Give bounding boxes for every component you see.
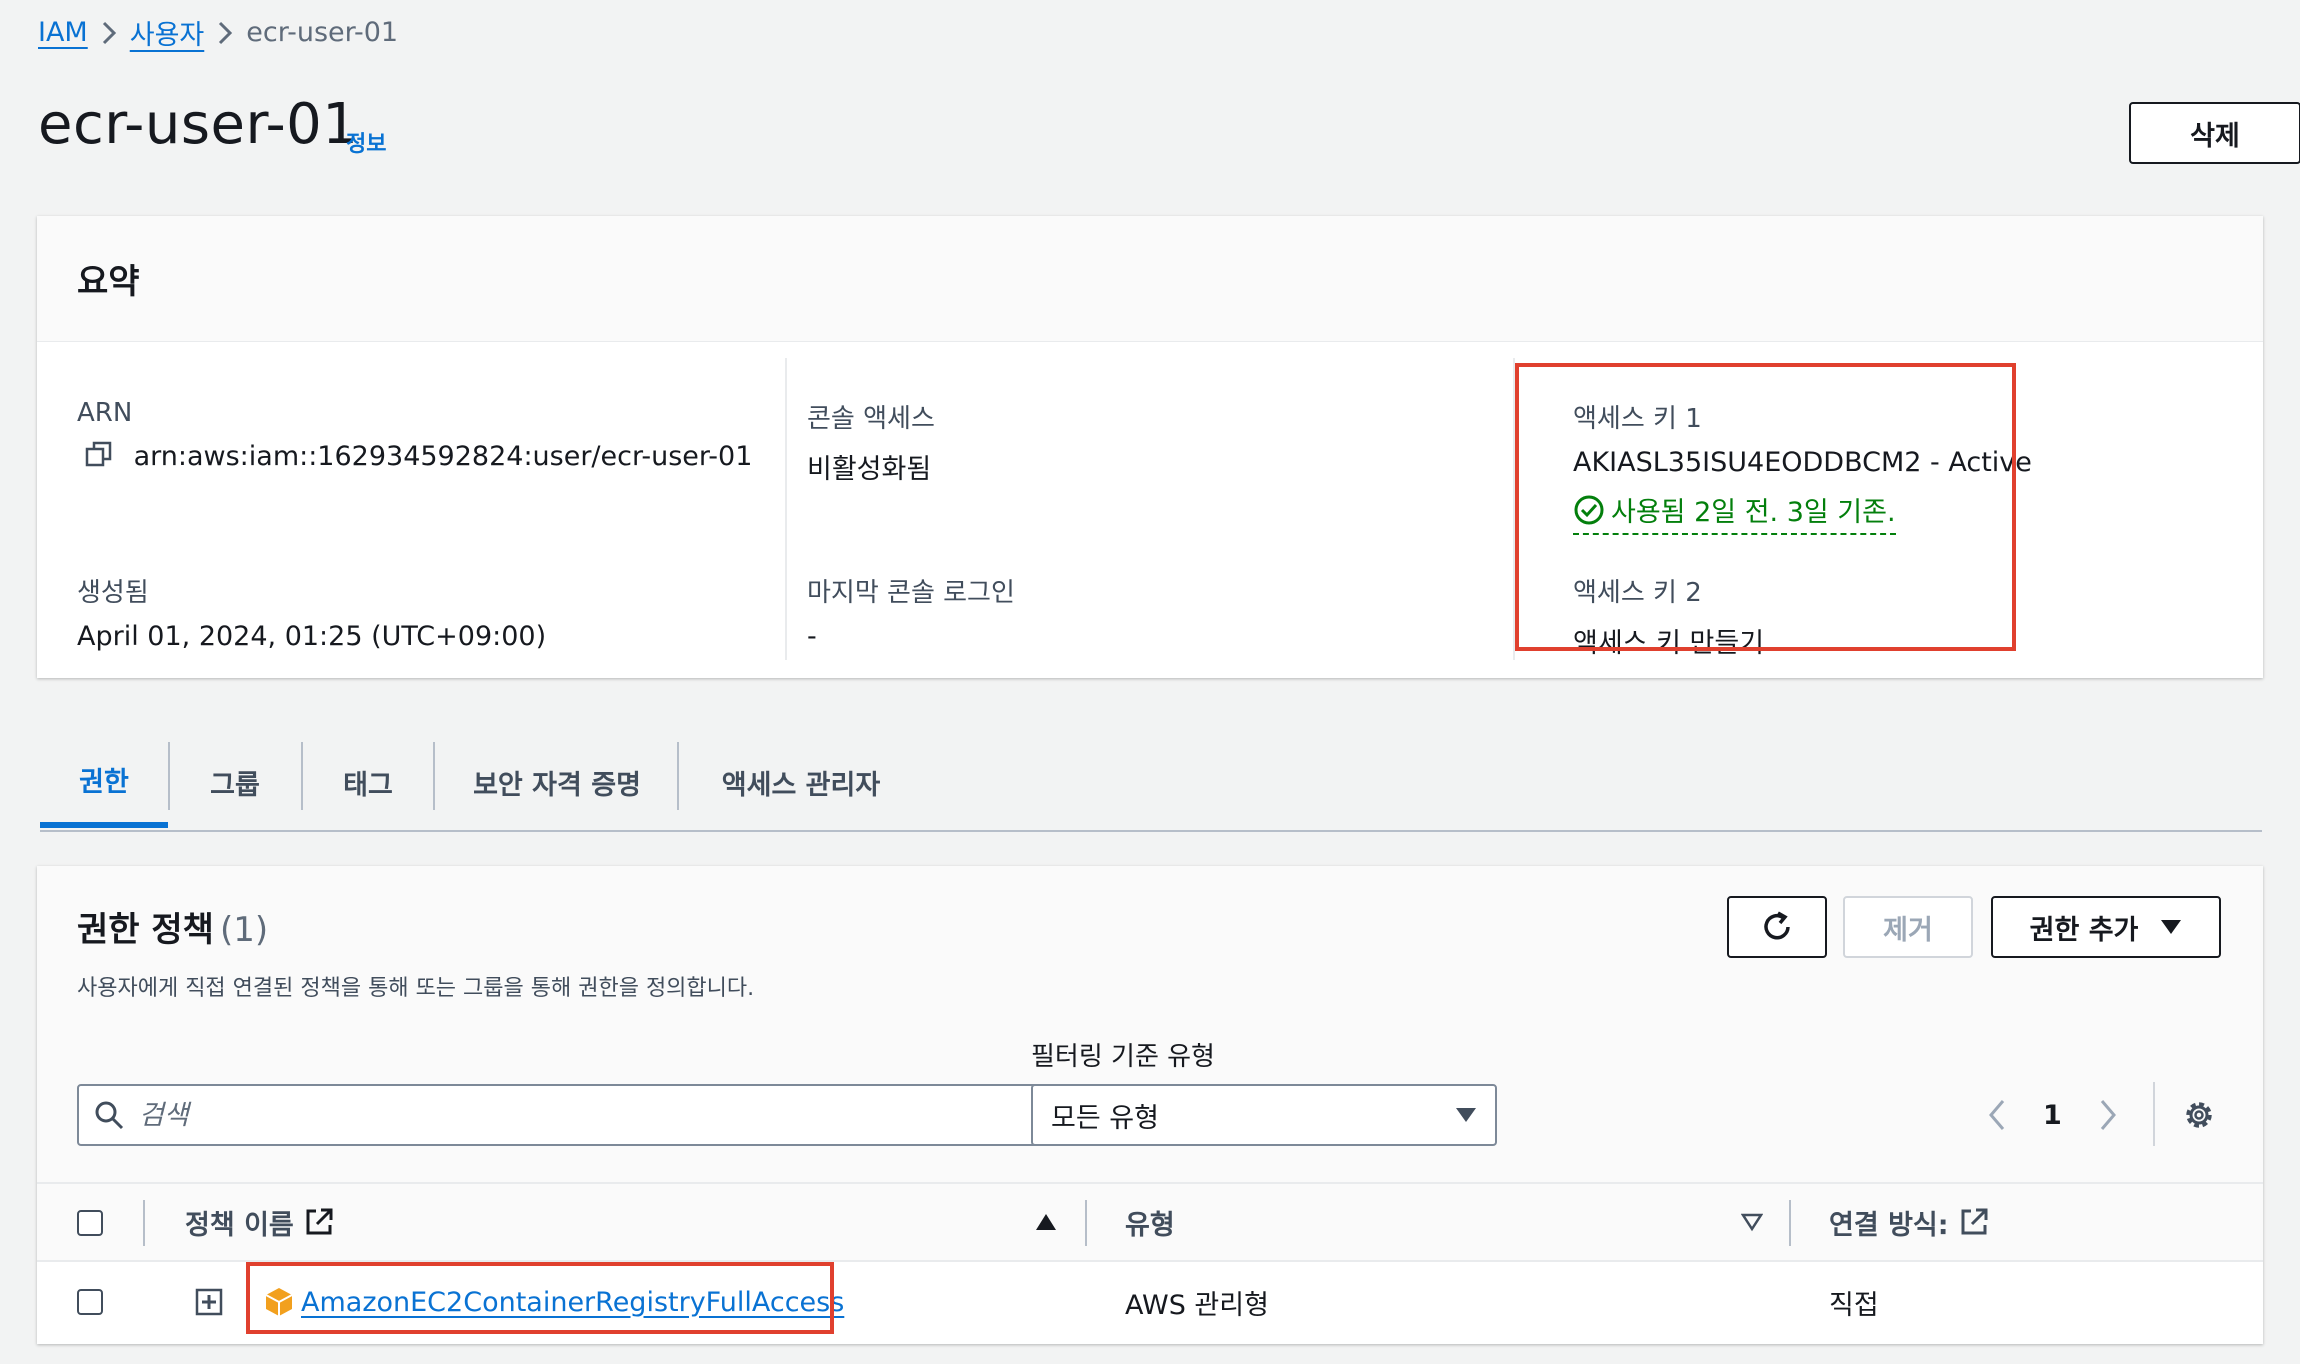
tab-security-credentials[interactable]: 보안 자격 증명 — [435, 736, 679, 828]
search-icon — [95, 1101, 124, 1130]
arn-label: ARN — [77, 398, 133, 428]
column-attached-label: 연결 방식: — [1829, 1209, 1949, 1241]
search-field[interactable] — [77, 1084, 1049, 1146]
created-value: April 01, 2024, 01:25 (UTC+09:00) — [77, 621, 547, 652]
filter-type-select[interactable]: 모든 유형 — [1031, 1084, 1497, 1146]
console-access-label: 콘솔 액세스 — [807, 404, 935, 434]
column-attached[interactable]: 연결 방식: — [1829, 1184, 1989, 1260]
summary-column-1: ARN arn:aws:iam::162934592824:user/ecr-u… — [77, 358, 777, 660]
arn-value: arn:aws:iam::162934592824:user/ecr-user-… — [133, 441, 753, 472]
created-label: 생성됨 — [77, 578, 149, 608]
current-page[interactable]: 1 — [2043, 1100, 2062, 1131]
console-access-field: 콘솔 액세스 비활성화됨 — [807, 398, 935, 486]
filter-type-value: 모든 유형 — [1051, 1102, 1159, 1134]
chevron-right-icon — [88, 17, 130, 48]
external-link-icon — [1961, 1208, 1988, 1235]
arn-field: ARN arn:aws:iam::162934592824:user/ecr-u… — [77, 398, 752, 475]
caret-down-icon — [1456, 1108, 1476, 1122]
chevron-right-icon[interactable] — [2098, 1098, 2118, 1132]
filter-label: 필터링 기준 유형 — [1031, 1042, 1215, 1072]
console-access-value: 비활성화됨 — [807, 454, 932, 485]
add-permissions-button[interactable]: 권한 추가 — [1991, 896, 2221, 958]
delete-button[interactable]: 삭제 — [2129, 102, 2300, 164]
policy-attached-cell: 직접 — [1829, 1289, 1879, 1321]
summary-header: 요약 — [37, 216, 2263, 342]
chevron-left-icon[interactable] — [1987, 1098, 2007, 1132]
column-type[interactable]: 유형 — [1125, 1184, 1175, 1260]
pagination-divider — [2153, 1082, 2155, 1146]
row-checkbox[interactable] — [77, 1289, 103, 1315]
summary-column-2: 콘솔 액세스 비활성화됨 마지막 콘솔 로그인 - — [785, 358, 1507, 660]
breadcrumb: IAM 사용자 ecr-user-01 — [38, 12, 398, 52]
page-title: ecr-user-01 — [38, 92, 359, 157]
last-console-login-label: 마지막 콘솔 로그인 — [807, 578, 1015, 608]
breadcrumb-users-link[interactable]: 사용자 — [130, 13, 205, 52]
policy-type-cell: AWS 관리형 — [1125, 1289, 1269, 1321]
add-permissions-label: 권한 추가 — [2029, 914, 2139, 946]
select-all-checkbox[interactable] — [77, 1210, 103, 1236]
tab-tags[interactable]: 태그 — [303, 736, 433, 828]
highlight-box-policy — [246, 1262, 834, 1334]
highlight-box-access-keys — [1515, 363, 2016, 651]
table-header: 정책 이름 유형 연결 방식: — [37, 1182, 2263, 1262]
column-divider — [1789, 1200, 1791, 1246]
tab-bar: 권한 그룹 태그 보안 자격 증명 액세스 관리자 — [40, 736, 2262, 832]
column-divider — [1085, 1200, 1087, 1246]
column-divider — [143, 1200, 145, 1246]
tab-permissions[interactable]: 권한 — [40, 736, 168, 828]
caret-down-icon — [2161, 920, 2182, 934]
column-policy-name-label: 정책 이름 — [185, 1209, 294, 1241]
external-link-icon — [306, 1208, 333, 1235]
chevron-right-icon — [204, 17, 246, 48]
last-console-login-field: 마지막 콘솔 로그인 - — [807, 572, 1015, 652]
arn-value-row: arn:aws:iam::162934592824:user/ecr-user-… — [77, 440, 752, 475]
created-field: 생성됨 April 01, 2024, 01:25 (UTC+09:00) — [77, 572, 546, 652]
column-policy-name[interactable]: 정책 이름 — [185, 1184, 334, 1260]
sort-ascending-icon[interactable] — [1035, 1212, 1057, 1232]
search-input[interactable] — [137, 1098, 1001, 1132]
refresh-button[interactable] — [1727, 896, 1827, 958]
pagination: 1 — [1987, 1086, 2118, 1144]
permissions-title: 권한 정책 (1) — [77, 902, 268, 951]
summary-title: 요약 — [77, 262, 140, 302]
info-link[interactable]: 정보 — [346, 126, 386, 158]
refresh-icon — [1764, 911, 1790, 940]
gear-icon — [2186, 1102, 2212, 1128]
permissions-description: 사용자에게 직접 연결된 정책을 통해 또는 그룹을 통해 권한을 정의합니다. — [77, 976, 755, 1001]
remove-button[interactable]: 제거 — [1843, 896, 1973, 958]
tab-access-advisor[interactable]: 액세스 관리자 — [679, 736, 923, 828]
last-console-login-value: - — [807, 621, 817, 652]
expand-icon[interactable] — [195, 1288, 223, 1316]
permissions-count: (1) — [219, 910, 269, 950]
breadcrumb-iam-link[interactable]: IAM — [38, 17, 88, 48]
permissions-title-text: 권한 정책 — [77, 910, 214, 950]
tab-groups[interactable]: 그룹 — [170, 736, 300, 828]
sort-descending-icon[interactable] — [1741, 1212, 1763, 1232]
settings-control[interactable] — [2181, 1086, 2217, 1144]
breadcrumb-current: ecr-user-01 — [246, 16, 399, 48]
copy-icon[interactable] — [85, 440, 113, 475]
